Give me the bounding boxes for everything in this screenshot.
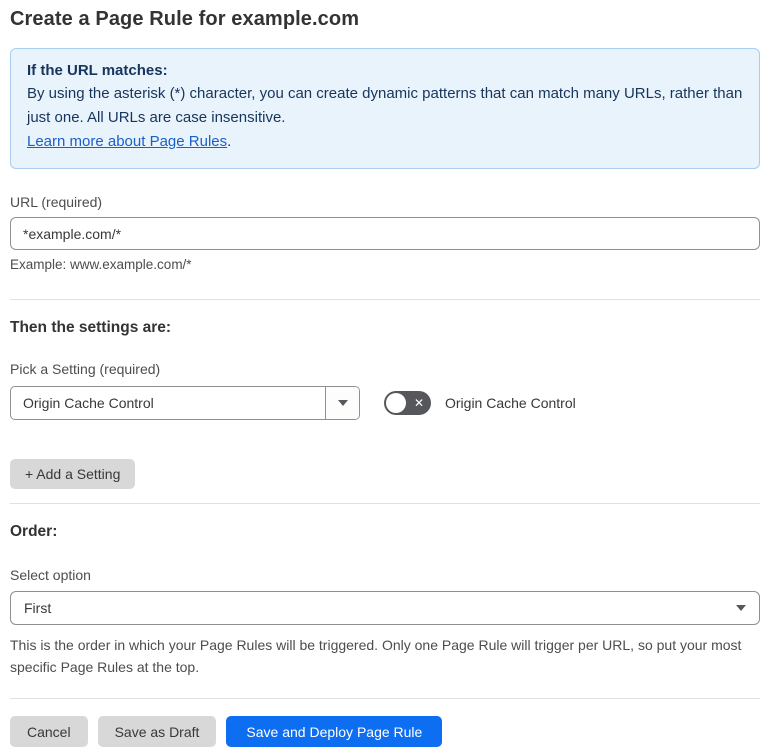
url-field-label: URL (required)	[10, 194, 103, 210]
divider	[10, 299, 760, 300]
setting-select-value: Origin Cache Control	[23, 395, 154, 411]
add-setting-button[interactable]: + Add a Setting	[10, 459, 136, 489]
page-title: Create a Page Rule for example.com	[10, 8, 360, 30]
setting-select[interactable]: Origin Cache Control	[10, 386, 360, 420]
save-and-deploy-button[interactable]: Save and Deploy Page Rule	[226, 716, 443, 747]
toggle-off-x-icon: ✕	[413, 395, 424, 410]
order-section-heading: Order:	[10, 523, 58, 540]
toggle-knob	[386, 393, 406, 413]
divider	[10, 698, 760, 699]
divider	[10, 503, 760, 504]
info-box-heading: If the URL matches:	[27, 62, 168, 79]
info-box-body: By using the asterisk (*) character, you…	[27, 85, 743, 126]
url-match-info-box: If the URL matches: By using the asteris…	[10, 48, 760, 169]
info-link-line: Learn more about Page Rules.	[27, 130, 743, 154]
create-page-rule-form: Create a Page Rule for example.com If th…	[0, 0, 770, 747]
setting-select-arrow-button[interactable]	[325, 387, 359, 419]
link-suffix: .	[227, 133, 232, 150]
order-select-label: Select option	[10, 567, 91, 583]
caret-down-icon	[337, 400, 348, 406]
caret-down-icon	[736, 605, 746, 611]
save-as-draft-button[interactable]: Save as Draft	[97, 716, 217, 747]
order-select-value: First	[24, 600, 52, 616]
url-example-helper: Example: www.example.com/*	[10, 257, 192, 272]
settings-section-heading: Then the settings are:	[10, 319, 172, 336]
url-input[interactable]	[10, 217, 760, 250]
order-helper-text: This is the order in which your Page Rul…	[10, 637, 742, 675]
origin-cache-control-toggle[interactable]: ✕	[384, 391, 431, 415]
learn-more-link[interactable]: Learn more about Page Rules	[27, 133, 227, 150]
order-select[interactable]: First	[10, 591, 760, 625]
toggle-label: Origin Cache Control	[445, 395, 576, 411]
pick-setting-label: Pick a Setting (required)	[10, 361, 161, 377]
setting-row: Origin Cache Control ✕ Origin Cache Cont…	[10, 386, 760, 420]
cancel-button[interactable]: Cancel	[10, 716, 88, 747]
footer-button-row: Cancel Save as Draft Save and Deploy Pag…	[10, 716, 760, 747]
